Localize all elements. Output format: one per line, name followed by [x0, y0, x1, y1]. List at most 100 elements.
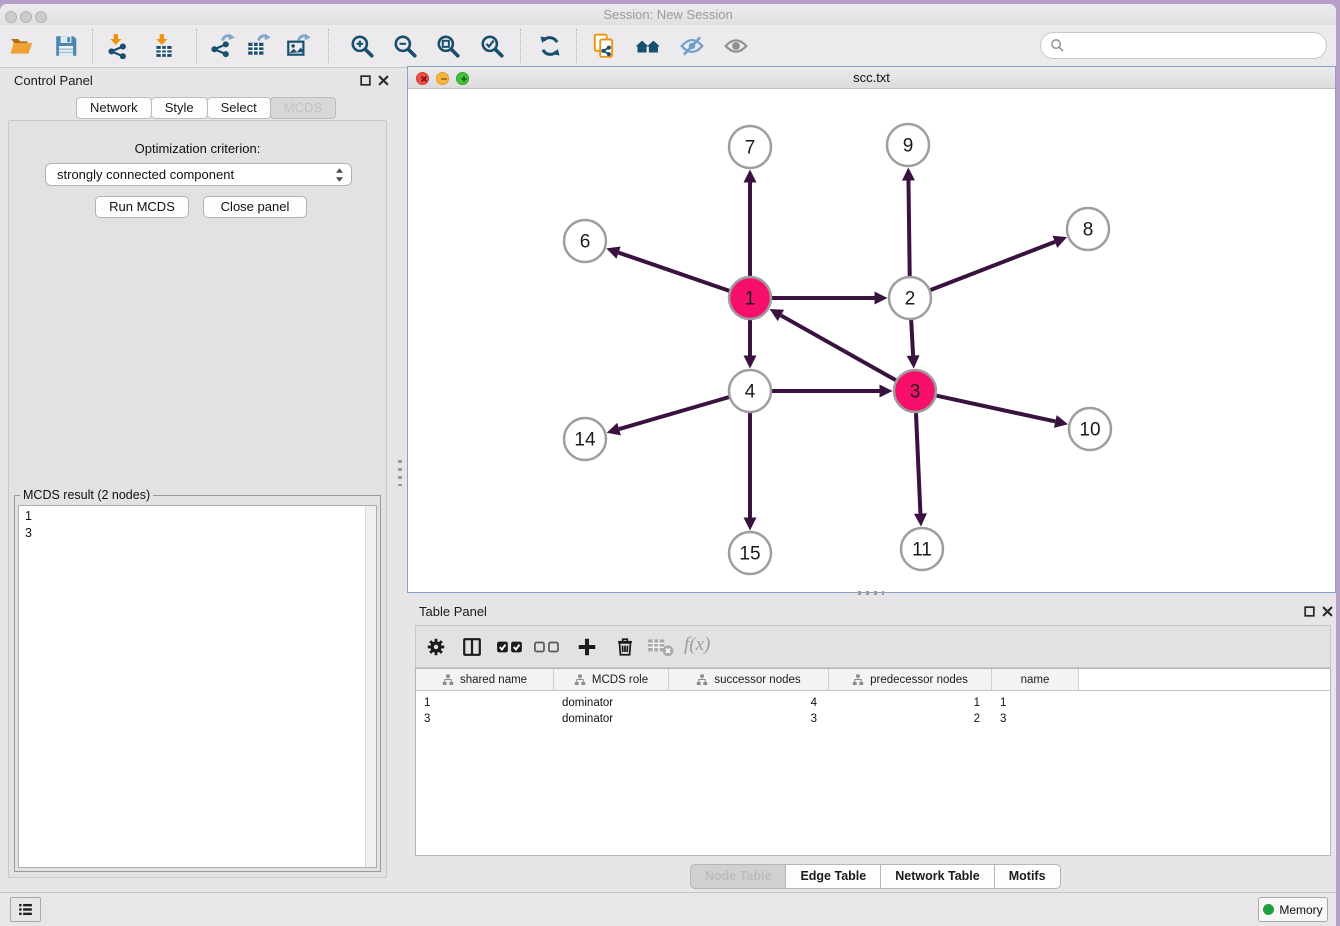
task-history-button[interactable] — [10, 897, 41, 922]
edge-2-8[interactable] — [930, 242, 1055, 291]
column-header-MCDS-role[interactable]: MCDS role — [554, 669, 669, 690]
graph-node-6[interactable]: 6 — [564, 220, 606, 262]
column-header-name[interactable]: name — [992, 669, 1079, 690]
mcds-result-box: MCDS result (2 nodes) 13 — [14, 495, 381, 872]
attribute-icon — [696, 674, 708, 686]
node-table: shared name MCDS role successor nodesprede… — [415, 668, 1331, 856]
export-network-button[interactable] — [206, 30, 238, 62]
column-header-successor-nodes[interactable]: successor nodes — [669, 669, 829, 690]
add-column-button[interactable] — [575, 635, 599, 659]
run-mcds-button[interactable]: Run MCDS — [95, 196, 189, 218]
node-label: 11 — [912, 540, 932, 561]
edge-2-9[interactable] — [908, 180, 909, 277]
function-builder-button[interactable]: f(x) — [684, 634, 710, 656]
table-settings-button[interactable] — [424, 635, 448, 659]
table-cell: dominator — [554, 695, 669, 711]
export-image-button[interactable] — [282, 30, 314, 62]
table-row[interactable]: 1dominator411 — [416, 695, 1330, 711]
graph-node-11[interactable]: 11 — [901, 528, 943, 570]
graph-node-9[interactable]: 9 — [887, 124, 929, 166]
close-table-panel-icon[interactable] — [1321, 605, 1334, 618]
optimization-criterion-label: Optimization criterion: — [9, 141, 386, 156]
edge-4-14[interactable] — [619, 397, 730, 429]
tab-style[interactable]: Style — [151, 97, 208, 119]
node-label: 7 — [745, 138, 756, 159]
edge-3-1[interactable] — [781, 315, 897, 380]
mcds-result-legend: MCDS result (2 nodes) — [20, 488, 153, 502]
tab-network-table[interactable]: Network Table — [880, 864, 995, 889]
edge-1-6[interactable] — [619, 253, 731, 292]
delete-table-button[interactable] — [647, 635, 675, 659]
network-canvas[interactable]: 7 9 6 8 1 2 4 3 14 10 15 11 — [408, 89, 1335, 592]
memory-button[interactable]: Memory — [1258, 897, 1328, 922]
graph-node-7[interactable]: 7 — [729, 126, 771, 168]
edge-arrowhead — [880, 385, 893, 398]
mcds-result-area[interactable]: 13 — [18, 505, 377, 868]
column-header-predecessor-nodes[interactable]: predecessor nodes — [829, 669, 992, 690]
zoom-in-button[interactable] — [346, 30, 378, 62]
import-table-button[interactable] — [148, 30, 180, 62]
result-scrollbar[interactable] — [365, 506, 376, 867]
search-input[interactable] — [1065, 38, 1326, 53]
network-view-frame: scc.txt 7968124314101511 — [407, 66, 1336, 593]
graph-node-2[interactable]: 2 — [889, 277, 931, 319]
edge-3-11[interactable] — [916, 412, 920, 514]
save-session-button[interactable] — [50, 30, 82, 62]
hide-selected-button[interactable] — [676, 30, 708, 62]
table-cell: 4 — [669, 695, 829, 711]
tab-edge-table[interactable]: Edge Table — [785, 864, 881, 889]
graph-node-14[interactable]: 14 — [564, 418, 606, 460]
graph-node-4[interactable]: 4 — [729, 370, 771, 412]
toolbar-separator — [328, 29, 329, 63]
import-network-button[interactable] — [102, 30, 134, 62]
graph-node-15[interactable]: 15 — [729, 532, 771, 574]
attribute-icon — [852, 674, 864, 686]
deselect-all-button[interactable] — [533, 635, 561, 659]
splitter-handle[interactable] — [398, 460, 402, 486]
search-icon — [1050, 38, 1065, 53]
column-header-shared-name[interactable]: shared name — [416, 669, 554, 690]
mcds-panel: Optimization criterion: strongly connect… — [8, 120, 387, 878]
float-panel-icon[interactable] — [359, 74, 372, 87]
split-columns-button[interactable] — [460, 635, 484, 659]
graph-node-1[interactable]: 1 — [729, 277, 771, 319]
edge-arrowhead — [1054, 415, 1068, 428]
close-panel-icon[interactable] — [377, 74, 390, 87]
memory-status-dot — [1263, 904, 1274, 915]
table-cell: 2 — [829, 711, 992, 727]
zoom-out-button[interactable] — [389, 30, 421, 62]
control-panel-title: Control Panel — [14, 73, 93, 88]
node-label: 3 — [910, 382, 921, 403]
tab-select[interactable]: Select — [207, 97, 271, 119]
node-label: 15 — [739, 544, 760, 565]
export-table-button[interactable] — [242, 30, 274, 62]
zoom-selected-button[interactable] — [476, 30, 508, 62]
clone-network-button[interactable] — [588, 30, 620, 62]
delete-column-button[interactable] — [613, 635, 637, 659]
tab-mcds[interactable]: MCDS — [270, 97, 336, 119]
refresh-button[interactable] — [534, 30, 566, 62]
tab-motifs[interactable]: Motifs — [994, 864, 1061, 889]
edge-2-3[interactable] — [911, 319, 913, 356]
float-table-panel-icon[interactable] — [1303, 605, 1316, 618]
zoom-fit-button[interactable] — [432, 30, 464, 62]
edge-3-10[interactable] — [936, 395, 1056, 421]
criterion-select[interactable]: strongly connected component — [45, 163, 352, 186]
tab-node-table[interactable]: Node Table — [690, 864, 786, 889]
show-hidden-button[interactable] — [720, 30, 752, 62]
main-toolbar — [0, 25, 1336, 68]
graph-node-3[interactable]: 3 — [894, 370, 936, 412]
network-overview-button[interactable] — [632, 30, 664, 62]
select-all-button[interactable] — [496, 635, 524, 659]
tab-network[interactable]: Network — [76, 97, 152, 119]
attribute-icon — [442, 674, 454, 686]
toolbar-separator — [92, 29, 93, 63]
column-header-label: MCDS role — [592, 674, 648, 686]
graph-node-8[interactable]: 8 — [1067, 208, 1109, 250]
graph-node-10[interactable]: 10 — [1069, 408, 1111, 450]
memory-label: Memory — [1279, 903, 1322, 917]
close-panel-button[interactable]: Close panel — [203, 196, 307, 218]
open-session-button[interactable] — [6, 30, 38, 62]
splitter-handle[interactable] — [858, 591, 884, 595]
table-row[interactable]: 3dominator323 — [416, 711, 1330, 727]
